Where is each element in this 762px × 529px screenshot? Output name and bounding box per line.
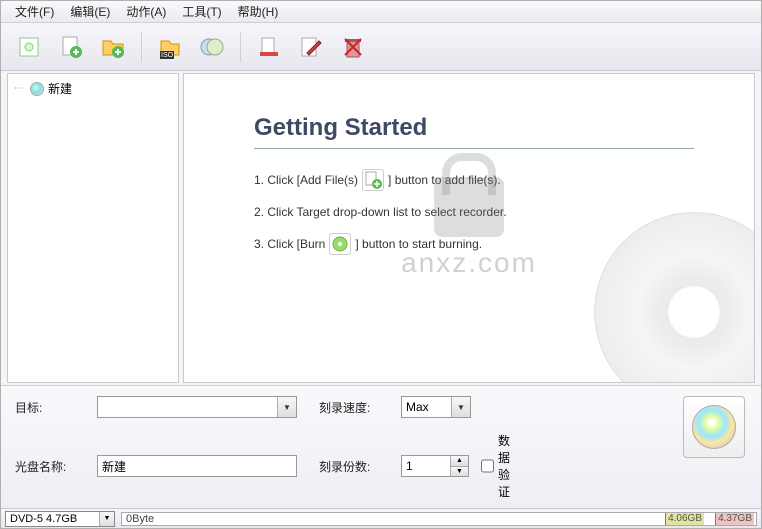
add-file-button[interactable] [53,29,89,65]
menu-tools[interactable]: 工具(T) [174,1,229,22]
statusbar: DVD-5 4.7GB 0Byte 4.06GB 4.37GB [1,508,761,528]
main-area: ⋯ 新建 anxz.com Getting Started 1. Click [… [1,71,761,386]
spinner-down-icon[interactable]: ▼ [451,467,468,477]
new-data-disc-button[interactable] [11,29,47,65]
burn-inline-icon [329,233,351,255]
menubar: 文件(F) 编辑(E) 动作(A) 工具(T) 帮助(H) [1,1,761,23]
capacity-bar: 0Byte 4.06GB 4.37GB [121,512,757,526]
copy-disc-button[interactable] [194,29,230,65]
add-folder-button[interactable] [95,29,131,65]
tree-expand-icon: ⋯ [14,83,26,94]
disc-icon [30,82,44,96]
copies-label: 刻录份数: [319,458,389,475]
speed-combo[interactable]: Max [401,396,471,418]
verify-checkbox[interactable]: 数据验证 [481,432,521,500]
toolbar: ISO [1,23,761,71]
burn-button[interactable] [683,396,745,458]
target-label: 目标: [15,399,85,416]
burn-disc-icon [692,405,736,449]
bottom-controls: 目标: 刻录速度: Max 光盘名称: 刻录份数: ▲▼ 数据验证 [1,386,761,508]
erase-disc-button[interactable] [335,29,371,65]
capacity-mark-2: 4.37GB [715,513,754,525]
getting-started-title: Getting Started [254,114,694,142]
step-1: 1. Click [Add File(s) ] button to add fi… [254,169,694,191]
step-2: 2. Click Target drop-down list to select… [254,205,694,219]
content-pane: anxz.com Getting Started 1. Click [Add F… [183,73,755,383]
menu-help[interactable]: 帮助(H) [230,1,287,22]
copies-spinner[interactable]: ▲▼ [401,455,469,477]
svg-text:ISO: ISO [161,52,174,59]
edit-button[interactable] [293,29,329,65]
disc-name-input[interactable] [97,455,297,477]
media-type-combo[interactable]: DVD-5 4.7GB [5,511,115,527]
remove-button[interactable] [251,29,287,65]
speed-label: 刻录速度: [319,399,389,416]
capacity-mark-1: 4.06GB [665,513,704,525]
sidebar-tree: ⋯ 新建 [7,73,179,383]
spinner-up-icon[interactable]: ▲ [451,456,468,467]
tree-root-item[interactable]: ⋯ 新建 [14,78,172,99]
menu-file[interactable]: 文件(F) [7,1,62,22]
target-combo[interactable] [97,396,297,418]
menu-action[interactable]: 动作(A) [118,1,174,22]
iso-button[interactable]: ISO [152,29,188,65]
current-size-label: 0Byte [126,513,154,525]
tree-root-label: 新建 [48,80,72,97]
menu-edit[interactable]: 编辑(E) [62,1,118,22]
disc-name-label: 光盘名称: [15,458,85,475]
add-file-inline-icon [362,169,384,191]
